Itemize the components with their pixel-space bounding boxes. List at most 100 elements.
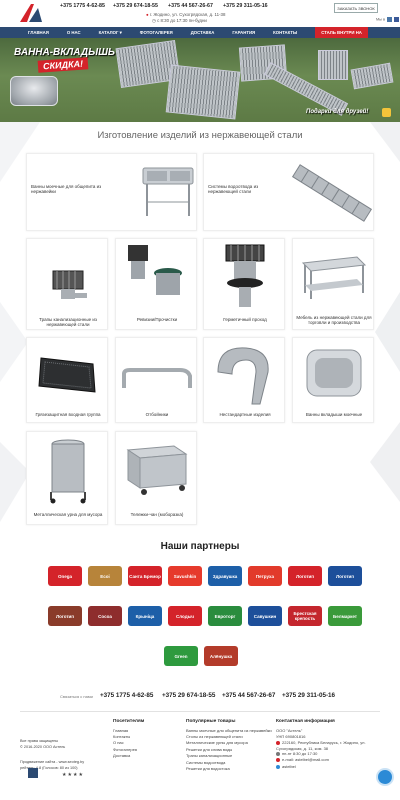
hero-badge: СКИДКА! (37, 57, 89, 73)
address: ● г. Жодино, ул. Сухогрядская, д. 11-38 (146, 12, 225, 17)
product-label: Нестандартные изделия (219, 412, 271, 417)
product-card[interactable]: Металлическая урна для мусора (26, 431, 108, 525)
clock-icon: ◷ (152, 18, 156, 23)
product-card[interactable]: Трапы канализационные из нержавеющей ста… (26, 238, 108, 330)
company-email[interactable]: e-mail: astelbel@mail.com (282, 757, 329, 762)
footer-visitors: Посетителям Главная Контакты О нас Фотог… (113, 718, 144, 760)
product-card[interactable]: Ванны моечные для общепита из нержавейки (26, 153, 197, 231)
product-image (50, 439, 86, 504)
product-label: Ванны вкладыши моечные (305, 412, 363, 417)
product-card[interactable]: Нестандартные изделия (203, 337, 285, 423)
product-image (301, 256, 367, 299)
scroll-up-button[interactable] (28, 768, 38, 778)
partner-logo: Крыніца (128, 606, 162, 626)
partner-logo: Санта Бремор (128, 566, 162, 586)
footer-heading: Посетителям (113, 719, 145, 724)
phone-3[interactable]: +375 44 567-26-67 (168, 3, 213, 9)
footer-link[interactable]: Решетки для водостока (186, 766, 272, 772)
skype-icon (276, 764, 280, 769)
social-links: Мы в (376, 17, 400, 22)
partner-logo: Евроторг (208, 606, 242, 626)
phone-4[interactable]: +375 29 311-05-16 (223, 3, 268, 9)
vk-icon[interactable] (387, 17, 393, 22)
developer-link[interactable]: Продвижение сайта - www.seoteg.by (20, 760, 84, 766)
footer-phone-3[interactable]: +375 44 567-26-67 (222, 692, 275, 699)
nav-about[interactable]: О НАС (67, 27, 81, 38)
partner-logo: Алёнушка (204, 646, 238, 666)
footer-phone-2[interactable]: +375 29 674-18-55 (162, 692, 215, 699)
footer-phone-1[interactable]: +375 1775 4-62-85 (100, 692, 153, 699)
product-image (291, 164, 373, 222)
product-label: Системы водоотвода из нержавеющей стали (208, 184, 259, 195)
product-label: Отбойники (145, 412, 169, 417)
nav-sale[interactable]: СТАЛЬ ВНУТРИ НА (315, 27, 368, 38)
location-icon: ● (146, 12, 149, 17)
partner-logo: Savushkin (168, 566, 202, 586)
main-nav: ГЛАВНАЯ О НАС КАТАЛОГ ▾ ФОТОГАЛЕРЕЯ ДОСТ… (0, 27, 400, 38)
footer-contacts: Контактная информация ООО "Астель" УНП 6… (276, 718, 386, 770)
hours-text: с 8:30 до 17:30 пн-будни (157, 18, 207, 23)
grate-image (350, 62, 394, 90)
product-card[interactable]: Системы водоотвода из нержавеющей стали (203, 153, 374, 231)
callback-button[interactable]: ЗАКАЗАТЬ ЗВОНОК (334, 3, 378, 13)
product-image (126, 445, 188, 495)
product-card[interactable]: Герметичный проход (203, 238, 285, 330)
social-label: Мы в (376, 17, 385, 22)
product-image (306, 349, 362, 397)
partner-logo: Савушкин (248, 606, 282, 626)
product-image (128, 245, 182, 295)
company-hours: пн-пт 8:30 до 17:30 (282, 750, 318, 756)
product-label: Герметичный проход (223, 317, 267, 322)
product-label: Мебель из нержавеющей стали для торговли… (296, 315, 372, 326)
product-card[interactable]: Грязезащитная входная группа (26, 337, 108, 423)
hero-gift-text: Подарки для друзей! (306, 109, 369, 115)
product-card[interactable]: Ревизии/Прочистки (115, 238, 197, 330)
copyright-line: © 2016-2020 ООО Астель (20, 744, 66, 749)
product-image (225, 244, 265, 307)
facebook-icon[interactable] (394, 17, 400, 22)
product-card[interactable]: Отбойники (115, 337, 197, 423)
footer-link[interactable]: Доставка (113, 753, 144, 759)
nav-delivery[interactable]: ДОСТАВКА (191, 27, 215, 38)
partner-logo: Ecoi (88, 566, 122, 586)
site-header: +375 1775 4-62-85 +375 29 674-18-55 +375… (0, 0, 400, 27)
partners-title: Наши партнеры (160, 541, 240, 552)
hours: ◷ с 8:30 до 17:30 пн-будни (152, 18, 207, 24)
divider (20, 711, 380, 712)
clock-icon (276, 751, 280, 756)
company-skype[interactable]: astelbel (282, 764, 296, 769)
section-title: Изготовление изделий из нержавеющей стал… (97, 130, 303, 141)
address-text: г. Жодино, ул. Сухогрядская, д. 11-38 (149, 12, 226, 17)
product-image (52, 270, 87, 299)
nav-home[interactable]: ГЛАВНАЯ (28, 27, 49, 38)
logo[interactable] (18, 2, 44, 24)
sink-image (10, 76, 58, 106)
partner-logo: Здравушка (208, 566, 242, 586)
product-label: Тележки-чан (моборазка) (130, 512, 184, 517)
product-card[interactable]: Мебель из нержавеющей стали для торговли… (292, 238, 374, 330)
chat-button[interactable] (378, 770, 392, 784)
phone-1[interactable]: +375 1775 4-62-85 (60, 3, 105, 9)
product-label: Ванны моечные для общепита из нержавейки (31, 184, 102, 195)
nav-gallery[interactable]: ФОТОГАЛЕРЕЯ (140, 27, 173, 38)
partner-logo: Логотип (288, 566, 322, 586)
partner-logo: Cocoa (88, 606, 122, 626)
product-label: Ревизии/Прочистки (136, 317, 178, 322)
email-icon (276, 758, 280, 763)
footer-phones: Связаться с нами +375 1775 4-62-85 +375 … (0, 692, 400, 702)
footer-phone-4[interactable]: +375 29 311-05-16 (282, 692, 335, 699)
drain-image (318, 50, 348, 80)
company-address: 222160, Республика Беларусь, г. Жодино, … (276, 740, 366, 751)
product-label: Трапы канализационные из нержавеющей ста… (39, 317, 97, 328)
product-card[interactable]: Тележки-чан (моборазка) (115, 431, 197, 525)
product-card[interactable]: Ванны вкладыши моечные (292, 337, 374, 423)
rating-stars: ★★★★ (62, 772, 84, 778)
product-image (122, 368, 192, 388)
nav-catalog[interactable]: КАТАЛОГ ▾ (99, 27, 122, 38)
partner-logo: Слодыч (168, 606, 202, 626)
hero-title: ВАННА-ВКЛАДЫШЬ (14, 47, 115, 58)
grate-image (165, 64, 241, 120)
nav-warranty[interactable]: ГАРАНТИЯ (232, 27, 255, 38)
nav-contacts[interactable]: КОНТАКТЫ (273, 27, 297, 38)
phone-2[interactable]: +375 29 674-18-55 (113, 3, 158, 9)
